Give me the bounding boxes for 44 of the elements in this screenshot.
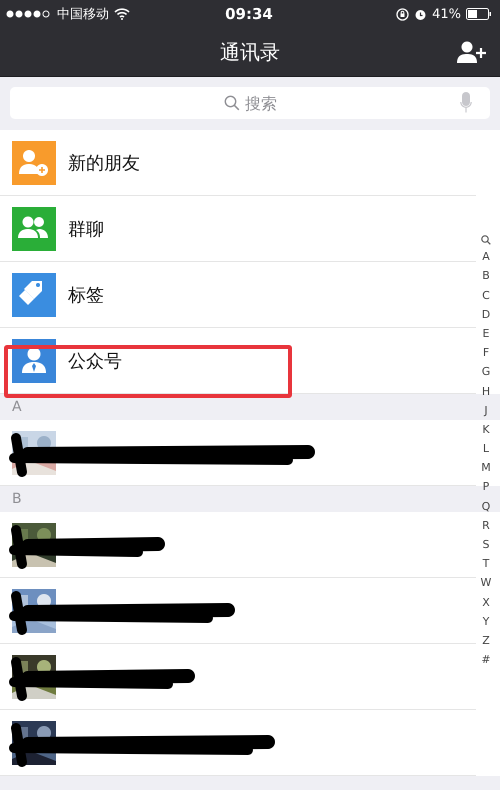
index-letter[interactable]: B: [482, 268, 490, 284]
wifi-icon: [114, 8, 130, 20]
list-item[interactable]: 标签: [0, 262, 476, 328]
battery-percent: 41%: [432, 6, 461, 22]
search-icon: [224, 95, 240, 111]
alarm-icon: [414, 8, 428, 20]
index-letter[interactable]: G: [482, 364, 490, 380]
screen-title: 通讯录: [220, 38, 280, 66]
section-letter: A: [12, 399, 22, 415]
index-letter[interactable]: F: [482, 345, 490, 360]
rotation-lock-icon: [396, 8, 410, 20]
index-letter[interactable]: #: [481, 652, 491, 668]
index-letter[interactable]: C: [482, 288, 490, 303]
index-letter[interactable]: Y: [482, 614, 490, 629]
item-label: 标签: [68, 284, 104, 306]
index-letter[interactable]: A: [482, 249, 490, 264]
list-item[interactable]: 群聊: [0, 196, 476, 262]
index-letter[interactable]: L: [482, 441, 490, 456]
index-letter[interactable]: K: [482, 422, 490, 437]
index-letter[interactable]: R: [482, 518, 490, 533]
search-icon[interactable]: [481, 235, 491, 245]
index-letter[interactable]: T: [482, 556, 490, 572]
list-item[interactable]: 新的朋友: [0, 130, 476, 196]
index-letter[interactable]: S: [482, 537, 490, 552]
clock-time: 09:34: [225, 5, 273, 23]
index-letter[interactable]: Z: [482, 632, 490, 648]
section-letter: B: [12, 491, 22, 507]
index-letter[interactable]: X: [482, 594, 490, 610]
carrier-name: 中国移动: [57, 6, 109, 23]
battery-icon: [466, 8, 492, 20]
index-letter[interactable]: P: [482, 479, 490, 494]
signal-icon: [6, 10, 52, 18]
index-letter[interactable]: E: [482, 326, 490, 341]
index-letter[interactable]: D: [482, 306, 490, 322]
add-person-icon: [456, 40, 488, 64]
item-label: 公众号: [68, 350, 122, 372]
index-letter[interactable]: Q: [482, 498, 490, 514]
index-letter[interactable]: J: [484, 402, 488, 418]
item-label: 新的朋友: [68, 152, 140, 174]
index-letter[interactable]: H: [482, 384, 490, 398]
search-field[interactable]: 搜索: [10, 87, 490, 119]
index-letter[interactable]: W: [480, 575, 492, 590]
item-label: 群聊: [68, 218, 104, 240]
index-letter[interactable]: M: [481, 460, 491, 476]
